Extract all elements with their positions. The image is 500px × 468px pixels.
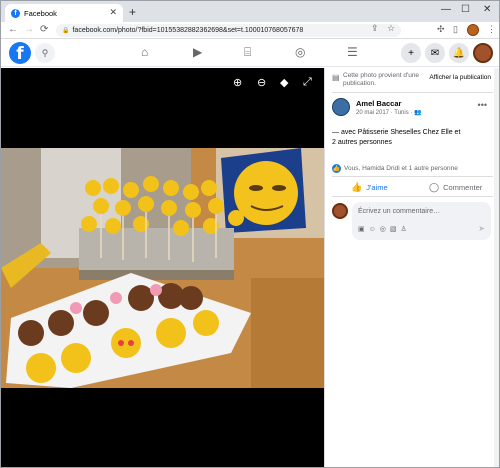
facebook-header: f ⚲ ⌂ ▶ ⌸ ◎ ☰ + ✉ 🔔 xyxy=(1,39,499,67)
post-author[interactable]: Amel Baccar xyxy=(356,99,401,108)
facebook-favicon-icon: f xyxy=(11,8,20,18)
post-date[interactable]: 20 mai 2017 · Tunis · xyxy=(356,110,414,116)
back-icon[interactable]: ← xyxy=(8,24,18,35)
comment-icon: ◯ xyxy=(429,182,440,192)
bookmark-star-icon[interactable]: ☆ xyxy=(387,23,395,34)
comment-input[interactable]: Écrivez un commentaire… ▣☺◎▧♙ ➤ xyxy=(352,202,491,240)
like-button[interactable]: 👍 J'aime xyxy=(351,182,388,193)
photo-viewer: ⊕ ⊖ ◆ ⤢ xyxy=(1,68,324,467)
post-text: — avec Pâtisserie Sheselles Chez Elle et… xyxy=(332,128,492,148)
maximize-icon[interactable]: ☐ xyxy=(461,4,470,15)
photo-image xyxy=(1,148,324,388)
tab-title: Facebook xyxy=(24,8,57,18)
reload-icon[interactable]: ⟳ xyxy=(40,24,48,35)
commenter-avatar xyxy=(332,203,348,219)
divider xyxy=(332,176,493,177)
comment-label: Commenter xyxy=(443,183,483,192)
browser-profile-avatar[interactable] xyxy=(467,24,479,36)
notifications-icon[interactable]: 🔔 xyxy=(449,43,469,63)
menu-icon[interactable]: ☰ xyxy=(347,45,358,59)
marketplace-icon[interactable]: ⌸ xyxy=(244,45,251,60)
url-text: facebook.com/photo/?fbid=101553828823626… xyxy=(72,27,304,34)
forward-icon[interactable]: → xyxy=(24,24,34,35)
facebook-logo-icon[interactable]: f xyxy=(9,42,31,64)
post-tagged-text: — avec Pâtisserie Sheselles Chez Elle et xyxy=(332,129,461,136)
close-tab-icon[interactable]: ✕ xyxy=(109,7,117,18)
account-avatar[interactable] xyxy=(473,43,493,63)
sidebar-scrollbar[interactable] xyxy=(494,68,499,467)
browser-menu-icon[interactable]: ⋮ xyxy=(487,24,496,35)
author-avatar[interactable] xyxy=(332,98,350,116)
zoom-in-icon[interactable]: ⊕ xyxy=(233,76,242,89)
tab-strip: f Facebook ✕ + — ☐ ✕ xyxy=(1,1,499,22)
tab-facebook[interactable]: f Facebook ✕ xyxy=(5,4,123,22)
divider xyxy=(332,196,493,197)
reactions-text: Vous, Hamida Dridi et 1 autre personne xyxy=(344,165,458,172)
create-icon[interactable]: + xyxy=(401,43,421,63)
new-tab-icon[interactable]: + xyxy=(129,5,136,19)
post-meta: 20 mai 2017 · Tunis · 👥 xyxy=(356,109,422,116)
share-icon[interactable]: ⇪ xyxy=(371,23,379,34)
post-notice: Cette photo provient d'une publication. xyxy=(343,72,420,87)
comment-placeholder: Écrivez un commentaire… xyxy=(358,208,441,215)
post-notice-icon: ▤ xyxy=(332,73,340,82)
like-reaction-icon: 👍 xyxy=(332,164,341,173)
home-icon[interactable]: ⌂ xyxy=(141,45,148,59)
sidebar-icon[interactable]: ▯ xyxy=(453,24,458,35)
messenger-icon[interactable]: ✉ xyxy=(425,43,445,63)
browser-toolbar: ← → ⟳ 🔒 facebook.com/photo/?fbid=1015538… xyxy=(1,22,499,39)
reactions-summary[interactable]: 👍 Vous, Hamida Dridi et 1 autre personne xyxy=(332,164,458,173)
comment-button[interactable]: ◯ Commenter xyxy=(429,182,482,193)
post-tagged-link[interactable]: 2 autres personnes xyxy=(332,139,392,146)
tag-icon[interactable]: ◆ xyxy=(280,76,288,89)
thumbs-up-icon: 👍 xyxy=(351,182,363,192)
show-post-link[interactable]: Afficher la publication xyxy=(429,74,491,81)
comment-tools-icons[interactable]: ▣☺◎▧♙ xyxy=(358,225,411,233)
like-label: J'aime xyxy=(366,183,388,192)
address-bar[interactable]: 🔒 facebook.com/photo/?fbid=1015538288236… xyxy=(56,24,401,37)
watch-icon[interactable]: ▶ xyxy=(193,45,202,59)
groups-icon[interactable]: ◎ xyxy=(295,45,305,59)
divider xyxy=(332,92,493,93)
zoom-out-icon[interactable]: ⊖ xyxy=(257,76,266,89)
extensions-icon[interactable]: ✣ xyxy=(437,24,445,35)
search-icon[interactable]: ⚲ xyxy=(35,43,55,63)
post-sidebar: ▤ Cette photo provient d'une publication… xyxy=(324,68,499,467)
browser-window: f Facebook ✕ + — ☐ ✕ ← → ⟳ 🔒 facebook.co… xyxy=(0,0,500,468)
close-window-icon[interactable]: ✕ xyxy=(483,4,491,15)
minimize-icon[interactable]: — xyxy=(441,4,451,15)
fullscreen-icon[interactable]: ⤢ xyxy=(303,76,312,89)
friends-privacy-icon: 👥 xyxy=(414,110,422,116)
more-options-icon[interactable]: ••• xyxy=(478,100,487,110)
lock-icon: 🔒 xyxy=(62,28,70,34)
send-icon[interactable]: ➤ xyxy=(478,224,485,233)
